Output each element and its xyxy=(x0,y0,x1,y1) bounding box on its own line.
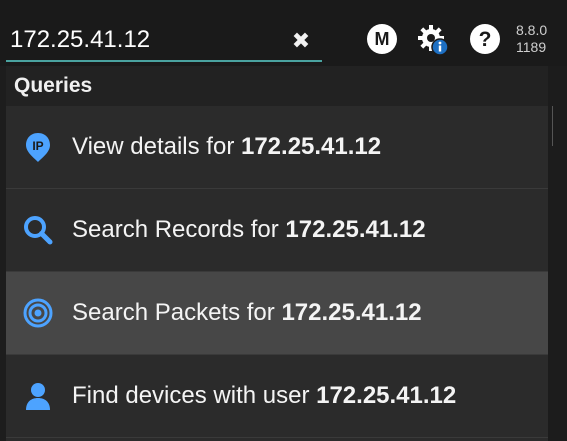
query-label: Search Records for 172.25.41.12 xyxy=(72,216,426,243)
m-button[interactable]: M xyxy=(366,23,398,55)
app-frame: ✖ M xyxy=(0,0,567,441)
settings-button[interactable] xyxy=(416,23,449,56)
query-ip: 172.25.41.12 xyxy=(316,382,457,409)
svg-text:M: M xyxy=(375,29,390,49)
target-icon xyxy=(23,298,53,328)
svg-text:?: ? xyxy=(479,28,492,51)
top-bar: ✖ M xyxy=(0,0,567,66)
query-ip: 172.25.41.12 xyxy=(240,133,382,160)
version-info: 8.8.0 1189 xyxy=(516,22,564,56)
close-icon: ✖ xyxy=(291,28,311,53)
query-ip: 172.25.41.12 xyxy=(281,299,422,326)
query-ip: 172.25.41.12 xyxy=(285,216,426,243)
search-suggestions-dropdown: Queries IP View details for 172.25.41.12… xyxy=(6,66,548,441)
clear-search-button[interactable]: ✖ xyxy=(288,28,314,54)
divider xyxy=(552,106,553,146)
query-find-devices-user[interactable]: Find devices with user 172.25.41.12 xyxy=(6,355,548,438)
query-label: Search Packets for 172.25.41.12 xyxy=(72,299,422,326)
section-header-queries: Queries xyxy=(6,66,548,106)
background-panel-edge xyxy=(548,66,567,441)
svg-text:IP: IP xyxy=(32,139,43,153)
global-search: ✖ xyxy=(6,20,322,62)
query-label: View details for 172.25.41.12 xyxy=(72,133,382,160)
query-label: Find devices with user 172.25.41.12 xyxy=(72,382,457,409)
m-icon: M xyxy=(367,24,397,54)
help-button[interactable]: ? xyxy=(469,23,501,55)
query-search-packets[interactable]: Search Packets for 172.25.41.12 xyxy=(6,272,548,355)
user-icon xyxy=(26,383,50,410)
help-icon: ? xyxy=(470,24,500,54)
query-view-details[interactable]: IP View details for 172.25.41.12 xyxy=(6,106,548,189)
build-number: 1189 xyxy=(516,39,547,55)
query-search-records[interactable]: Search Records for 172.25.41.12 xyxy=(6,189,548,272)
gear-info-icon xyxy=(418,25,449,56)
ip-pin-icon: IP xyxy=(26,133,50,162)
version-number: 8.8.0 xyxy=(516,22,548,38)
search-input[interactable] xyxy=(10,25,280,55)
search-icon xyxy=(24,216,53,245)
